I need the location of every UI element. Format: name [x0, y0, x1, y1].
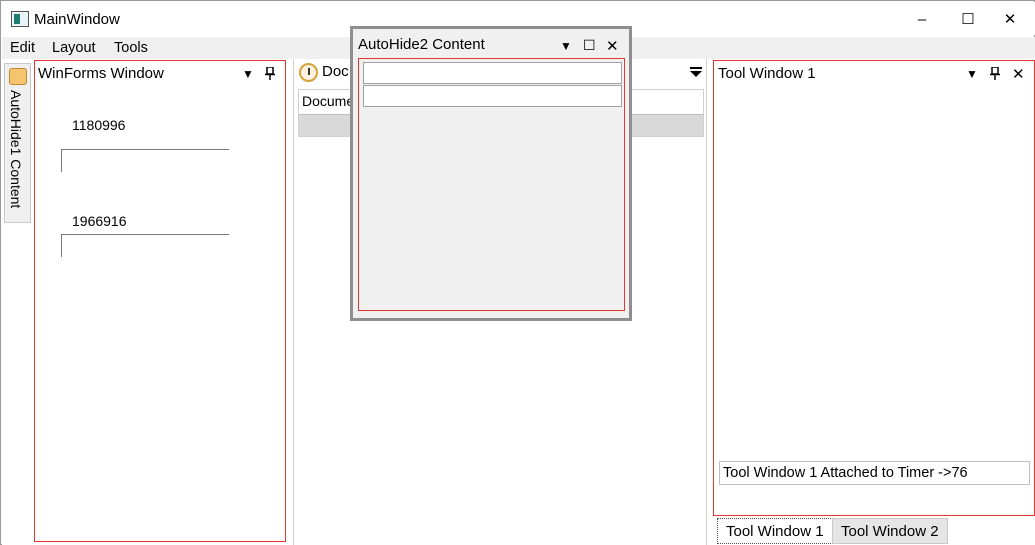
- autohide2-window: AutoHide2 Content ▼ ☐ ✕: [350, 26, 632, 321]
- close-icon: ✕: [606, 38, 619, 55]
- dropdown-icon: ▼: [560, 39, 572, 53]
- maximize-button[interactable]: ☐: [945, 3, 991, 35]
- menu-edit[interactable]: Edit: [10, 40, 35, 56]
- tool-window-tab-strip: Tool Window 1 Tool Window 2: [713, 516, 1035, 545]
- autohide2-input-1[interactable]: [363, 62, 622, 84]
- tool-window-menu-button[interactable]: ▼: [966, 67, 978, 81]
- winforms-pane-title: WinForms Window: [38, 65, 164, 82]
- winforms-menu-button[interactable]: ▼: [242, 67, 254, 81]
- tab-tool-window-2[interactable]: Tool Window 2: [832, 518, 948, 544]
- menu-layout[interactable]: Layout: [52, 40, 96, 56]
- tool-window-pin-button[interactable]: [990, 66, 1000, 83]
- autohide1-tab[interactable]: AutoHide1 Content: [4, 63, 31, 223]
- autohide2-menu-button[interactable]: ▼: [560, 39, 572, 53]
- autohide2-content: [358, 58, 625, 311]
- tool-window-title: Tool Window 1: [718, 65, 816, 82]
- winforms-field-1[interactable]: [61, 149, 229, 172]
- dropdown-icon: ▼: [242, 67, 254, 81]
- document-tab-title[interactable]: Doc: [322, 63, 349, 80]
- dropdown-icon: ▼: [966, 67, 978, 81]
- autohide1-label: AutoHide1 Content: [8, 90, 24, 209]
- winforms-pin-button[interactable]: [265, 66, 275, 83]
- minimize-icon: –: [917, 10, 927, 28]
- winforms-value-2: 1966916: [72, 213, 127, 229]
- pin-icon: [265, 66, 275, 83]
- main-window: MainWindow – ☐ ✕ Edit Layout Tools AutoH…: [0, 0, 1035, 545]
- close-button[interactable]: ✕: [987, 3, 1033, 35]
- autohide2-input-2[interactable]: [363, 85, 622, 107]
- winforms-value-1: 1180996: [72, 117, 126, 133]
- maximize-icon: ☐: [583, 37, 596, 53]
- window-title: MainWindow: [34, 11, 120, 28]
- winforms-pane: WinForms Window ▼ 1180996 1966916: [34, 60, 286, 542]
- close-icon: ✕: [1012, 66, 1025, 83]
- tool-window-close-button[interactable]: ✕: [1012, 65, 1025, 83]
- autohide2-close-button[interactable]: ✕: [606, 37, 619, 55]
- autohide2-maximize-button[interactable]: ☐: [583, 37, 596, 54]
- close-icon: ✕: [1003, 11, 1017, 28]
- menu-tools[interactable]: Tools: [114, 40, 148, 56]
- tab-tool-window-1[interactable]: Tool Window 1: [717, 518, 833, 544]
- maximize-icon: ☐: [961, 11, 975, 28]
- clock-icon: [299, 63, 318, 82]
- document-menu-icon: [690, 67, 702, 81]
- tool-window-pane: Tool Window 1 ▼ ✕ Tool Window 1 Attached…: [713, 60, 1035, 516]
- autohide1-icon: [9, 68, 27, 85]
- winforms-field-2[interactable]: [61, 234, 229, 257]
- minimize-button[interactable]: –: [899, 3, 945, 35]
- app-icon: [11, 11, 29, 27]
- tool-window-status: Tool Window 1 Attached to Timer ->76: [719, 461, 1030, 485]
- document-menu-button[interactable]: [690, 67, 702, 81]
- autohide2-title: AutoHide2 Content: [358, 36, 485, 53]
- pin-icon: [990, 66, 1000, 83]
